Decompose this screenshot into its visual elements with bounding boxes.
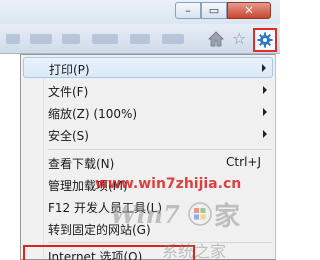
title-bar: – ▭ ✕ xyxy=(0,0,280,24)
submenu-arrow-icon xyxy=(262,64,266,72)
blurred-toolbar-item xyxy=(130,34,150,44)
watermark-logo: Win7 家 xyxy=(110,196,260,236)
maximize-button[interactable]: ▭ xyxy=(201,2,227,19)
tools-button[interactable] xyxy=(253,28,277,52)
submenu-arrow-icon xyxy=(263,108,267,116)
page-content-edge xyxy=(0,54,20,260)
blurred-toolbar-item xyxy=(6,34,20,44)
blurred-toolbar-item xyxy=(92,34,118,44)
submenu-arrow-icon xyxy=(263,130,267,138)
menu-item-shortcut: Ctrl+J xyxy=(226,155,261,169)
blurred-toolbar-item xyxy=(62,34,80,44)
menu-item-label: 缩放(Z) (100%) xyxy=(48,107,138,121)
windows-flag-icon xyxy=(188,202,212,226)
blurred-toolbar-item xyxy=(30,34,52,44)
watermark-logo-suffix: 家 xyxy=(214,202,241,232)
menu-separator xyxy=(48,149,272,150)
menu-separator xyxy=(48,242,272,243)
menu-item-label: 查看下载(N) xyxy=(48,157,115,171)
favorites-star-icon[interactable]: ☆ xyxy=(232,30,248,48)
menu-item-safety[interactable]: 安全(S) xyxy=(23,124,273,145)
menu-item-zoom[interactable]: 缩放(Z) (100%) xyxy=(23,102,273,123)
menu-item-label: 打印(P) xyxy=(49,63,90,77)
blurred-toolbar-item xyxy=(162,34,184,44)
close-button[interactable]: ✕ xyxy=(227,2,271,19)
watermark-bottom-text: 系统之家 xyxy=(162,242,227,260)
menu-item-label: 文件(F) xyxy=(48,85,89,99)
submenu-arrow-icon xyxy=(263,86,267,94)
home-icon[interactable] xyxy=(208,31,224,47)
watermark-logo-text: Win7 xyxy=(110,200,180,229)
menu-item-file[interactable]: 文件(F) xyxy=(23,80,273,101)
menu-item-print[interactable]: 打印(P) xyxy=(23,57,273,78)
watermark-url: www.win7zhijia.cn xyxy=(95,176,242,192)
menu-item-view-downloads[interactable]: 查看下载(N) Ctrl+J xyxy=(23,152,273,173)
menu-item-label: 安全(S) xyxy=(48,129,89,143)
minimize-button[interactable]: – xyxy=(175,2,201,19)
gear-icon xyxy=(257,32,273,48)
